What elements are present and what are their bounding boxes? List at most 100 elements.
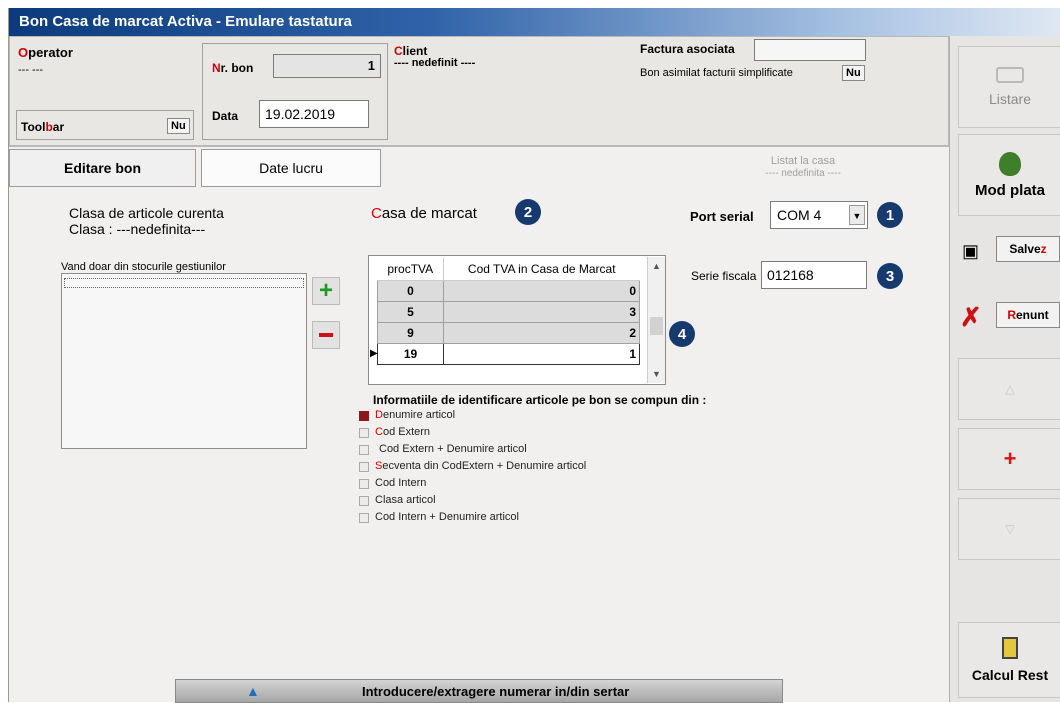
option-label[interactable]: Cod Intern + Denumire articol bbox=[375, 511, 519, 523]
mod-plata-label: Mod plata bbox=[975, 181, 1045, 199]
scrollbar-thumb[interactable] bbox=[650, 317, 663, 335]
clasa-title: Clasa de articole curenta bbox=[69, 205, 224, 221]
option-label[interactable]: Clasa articol bbox=[375, 494, 436, 506]
operator-value: --- --- bbox=[18, 64, 44, 76]
add-button[interactable]: + bbox=[958, 428, 1060, 490]
option-checkbox[interactable] bbox=[359, 479, 369, 489]
renunt-button[interactable]: Renunt bbox=[996, 302, 1060, 328]
serie-field[interactable]: 012168 bbox=[761, 261, 867, 289]
factura-field[interactable] bbox=[754, 39, 866, 61]
tva-grid-scrollbar[interactable]: ▲ ▼ bbox=[647, 257, 665, 383]
tva-cell[interactable]: 0 bbox=[377, 279, 444, 302]
salvez-button[interactable]: Salvez bbox=[996, 236, 1060, 262]
table-row[interactable]: 5 3 bbox=[377, 300, 640, 323]
table-row[interactable]: 0 0 bbox=[377, 279, 640, 302]
floppy-icon: ▣ bbox=[962, 241, 980, 261]
client-label: Client bbox=[394, 44, 428, 58]
option-label[interactable]: Cod Extern bbox=[375, 426, 430, 438]
calcul-rest-button[interactable]: Calcul Rest bbox=[958, 622, 1060, 698]
tva-col-header-cod: Cod TVA in Casa de Marcat bbox=[443, 258, 640, 281]
tva-cell[interactable]: 9 bbox=[377, 321, 444, 344]
tab-date-lucru[interactable]: Date lucru bbox=[201, 149, 381, 187]
nr-bon-field[interactable]: 1 bbox=[273, 54, 381, 78]
triangle-down-icon: ▽ bbox=[1005, 522, 1015, 536]
calcul-rest-label: Calcul Rest bbox=[971, 667, 1049, 683]
numerar-bar-label: Introducere/extragere numerar in/din ser… bbox=[362, 684, 630, 699]
tva-cell[interactable]: 5 bbox=[377, 300, 444, 323]
toolbar-box: Toolbar Nu bbox=[16, 110, 194, 140]
cancel-x-icon: ✗ bbox=[960, 302, 982, 332]
info-title: Informatiile de identificare articole pe… bbox=[373, 393, 707, 407]
bon-box: Nr. bon 1 Data 19.02.2019 bbox=[202, 43, 388, 140]
option-label[interactable]: Cod Extern + Denumire articol bbox=[379, 443, 527, 455]
toolbar-label: Toolbar bbox=[21, 120, 65, 134]
data-label: Data bbox=[212, 109, 239, 123]
scroll-down-icon[interactable]: ▼ bbox=[652, 369, 661, 379]
option-checkbox[interactable] bbox=[359, 462, 369, 472]
row-pointer-icon: ▶ bbox=[370, 348, 378, 359]
tva-cell[interactable]: 2 bbox=[443, 321, 640, 344]
tva-cell[interactable]: 0 bbox=[443, 279, 640, 302]
chevron-down-icon[interactable]: ▼ bbox=[849, 205, 865, 225]
tva-grid-header: procTVA Cod TVA in Casa de Marcat bbox=[377, 258, 640, 281]
tva-grid: procTVA Cod TVA in Casa de Marcat 0 0 5 … bbox=[368, 255, 666, 385]
minus-icon bbox=[319, 333, 333, 337]
tab-editare-bon[interactable]: Editare bon bbox=[9, 149, 196, 187]
operator-label: Operator bbox=[18, 45, 73, 60]
option-label[interactable]: Denumire articol bbox=[375, 409, 455, 421]
badge-3: 3 bbox=[877, 263, 903, 289]
mod-plata-button[interactable]: Mod plata bbox=[958, 134, 1060, 216]
port-select[interactable]: COM 4 ▼ bbox=[770, 201, 868, 229]
option-checkbox[interactable] bbox=[359, 445, 369, 455]
table-row[interactable]: 19 1 bbox=[377, 342, 640, 365]
content-panel: Editare bon Date lucru Listat la casa --… bbox=[9, 146, 949, 703]
nr-bon-label: Nr. bon bbox=[212, 61, 254, 75]
plus-icon: + bbox=[318, 277, 333, 304]
bon-asimilat-label: Bon asimilat facturii simplificate bbox=[640, 67, 793, 79]
factura-label: Factura asociata bbox=[640, 42, 735, 56]
header-panel: Operator --- --- Toolbar Nu Nr. bon 1 Da… bbox=[9, 36, 949, 146]
option-label[interactable]: Cod Intern bbox=[375, 477, 426, 489]
badge-4: 4 bbox=[669, 321, 695, 347]
table-row[interactable]: 9 2 bbox=[377, 321, 640, 344]
listare-button[interactable]: Listare bbox=[958, 46, 1060, 128]
bon-asimilat-toggle[interactable]: Nu bbox=[842, 65, 865, 81]
main-window: Bon Casa de marcat Activa - Emulare tast… bbox=[8, 8, 1060, 703]
gestiuni-list[interactable] bbox=[61, 273, 307, 449]
scroll-up-icon[interactable]: ▲ bbox=[652, 261, 661, 271]
gestiuni-list-item[interactable] bbox=[64, 278, 304, 288]
remove-gestiune-button[interactable] bbox=[312, 321, 340, 349]
casa-label: Casa de marcat bbox=[371, 205, 477, 222]
tva-col-header-proc: procTVA bbox=[377, 258, 444, 281]
clasa-value: Clasa : ---nedefinita--- bbox=[69, 221, 206, 237]
plus-icon: + bbox=[1003, 446, 1017, 471]
data-field[interactable]: 19.02.2019 bbox=[259, 100, 369, 128]
calculator-icon bbox=[1002, 637, 1018, 659]
vand-label: Vand doar din stocurile gestiunilor bbox=[61, 261, 226, 273]
toolbar-toggle[interactable]: Nu bbox=[167, 118, 190, 134]
right-sidebar: Listare Mod plata ▣ Salvez ✗ Renunt △ + … bbox=[949, 36, 1060, 702]
port-value: COM 4 bbox=[777, 207, 822, 223]
up-button[interactable]: △ bbox=[958, 358, 1060, 420]
option-label[interactable]: Secventa din CodExtern + Denumire artico… bbox=[375, 460, 586, 472]
option-checkbox[interactable] bbox=[359, 411, 369, 421]
tva-cell[interactable]: 3 bbox=[443, 300, 640, 323]
printer-icon bbox=[996, 67, 1024, 83]
listat-line2: ---- nedefinita ---- bbox=[765, 168, 841, 179]
numerar-bar-button[interactable]: ▲ Introducere/extragere numerar in/din s… bbox=[175, 679, 783, 703]
tva-cell[interactable]: 1 bbox=[443, 342, 640, 365]
port-label: Port serial bbox=[690, 209, 754, 224]
triangle-up-icon: △ bbox=[1005, 382, 1015, 396]
window-title: Bon Casa de marcat Activa - Emulare tast… bbox=[9, 8, 1060, 36]
down-button[interactable]: ▽ bbox=[958, 498, 1060, 560]
add-gestiune-button[interactable]: + bbox=[312, 277, 340, 305]
triangle-up-icon: ▲ bbox=[246, 683, 260, 699]
serie-label: Serie fiscala bbox=[691, 269, 757, 283]
money-bag-icon bbox=[999, 151, 1021, 176]
option-checkbox[interactable] bbox=[359, 428, 369, 438]
badge-1: 1 bbox=[877, 202, 903, 228]
option-checkbox[interactable] bbox=[359, 513, 369, 523]
listat-line1: Listat la casa bbox=[770, 155, 836, 167]
option-checkbox[interactable] bbox=[359, 496, 369, 506]
tva-cell[interactable]: 19 bbox=[377, 342, 444, 365]
